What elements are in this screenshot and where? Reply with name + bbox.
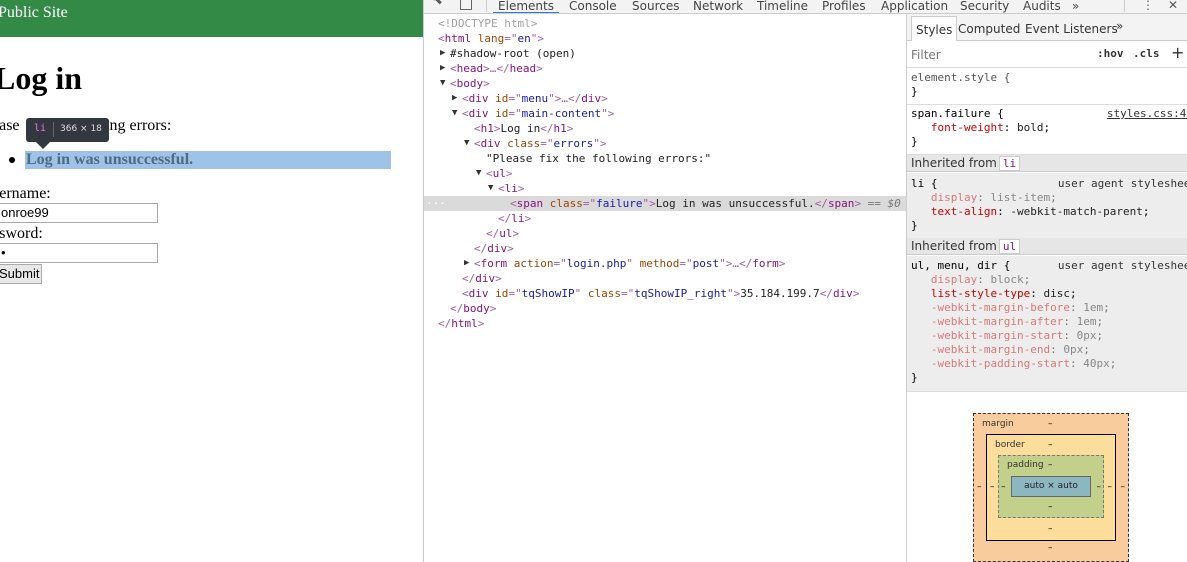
dom-node[interactable]: </ul> xyxy=(424,226,906,241)
li-rule: li {user agent stylesheet display: list-… xyxy=(907,173,1187,245)
ul-tag-link[interactable]: ul xyxy=(998,239,1021,254)
element-tooltip: li 366 × 18 xyxy=(26,118,109,149)
dom-node[interactable]: </div> xyxy=(424,271,906,286)
tab-console[interactable]: Console xyxy=(569,0,617,13)
failure-message: Log in was unsuccessful. xyxy=(26,151,194,168)
inspect-icon[interactable]: ⬉ xyxy=(432,0,443,8)
styles-filter: Filter :hov .cls + xyxy=(907,42,1187,68)
add-rule-icon[interactable]: + xyxy=(1171,43,1184,62)
dom-node[interactable]: <div id="tqShowIP" class="tqShowIP_right… xyxy=(424,286,906,301)
tab-elements[interactable]: Elements xyxy=(493,0,559,13)
more-tabs-icon[interactable]: » xyxy=(1072,0,1079,13)
dom-node[interactable]: </html> xyxy=(424,316,906,331)
box-model-border: border – – – – padding – – – – auto × auto xyxy=(986,434,1116,541)
css-property[interactable]: -webkit-margin-before: 1em; xyxy=(907,301,1187,315)
device-toolbar-icon[interactable] xyxy=(460,0,472,10)
tab-application[interactable]: Application xyxy=(881,0,948,13)
tab-styles[interactable]: Styles xyxy=(911,16,958,41)
css-property[interactable]: -webkit-margin-end: 0px; xyxy=(907,343,1187,357)
expand-right-icon[interactable]: ▶ xyxy=(440,61,445,76)
username-input[interactable]: onroe99 xyxy=(0,203,158,223)
site-title[interactable]: Public Site xyxy=(0,4,68,22)
css-property[interactable]: -webkit-padding-start: 40px; xyxy=(907,357,1187,371)
ul-rule: ul, menu, dir {user agent stylesheet dis… xyxy=(907,256,1187,392)
tab-sources[interactable]: Sources xyxy=(632,0,679,13)
tab-profiles[interactable]: Profiles xyxy=(822,0,866,13)
hov-button[interactable]: :hov xyxy=(1097,47,1124,60)
css-property[interactable]: display: block; xyxy=(907,273,1187,287)
list-bullet xyxy=(9,157,15,163)
devtools-tabbar: ⬉ Elements Console Sources Network Timel… xyxy=(424,0,1187,14)
dom-node[interactable]: </div> xyxy=(424,241,906,256)
expand-down-icon[interactable]: ▼ xyxy=(488,181,493,196)
dom-node[interactable]: </li> xyxy=(424,211,906,226)
dom-node[interactable]: ▼ <li> xyxy=(424,181,906,196)
site-header: Public Site xyxy=(0,0,423,37)
tab-network[interactable]: Network xyxy=(693,0,743,13)
dom-node[interactable]: ▼ <ul> xyxy=(424,166,906,181)
dom-node[interactable]: ▼ <body> xyxy=(424,76,906,91)
dom-node-selected[interactable]: ··· <span class="failure">Log in was unsu… xyxy=(424,196,906,211)
expand-down-icon[interactable]: ▼ xyxy=(440,76,445,91)
dom-node[interactable]: ▶ <head>…</head> xyxy=(424,61,906,76)
dom-node[interactable]: ▶ #shadow-root (open) xyxy=(424,46,906,61)
tab-timeline[interactable]: Timeline xyxy=(757,0,808,13)
dom-node[interactable]: </body> xyxy=(424,301,906,316)
password-label: ssword: xyxy=(0,225,43,242)
expand-right-icon[interactable]: ▶ xyxy=(464,256,469,271)
dom-node[interactable]: ▶ <form action="login.php" method="post">… xyxy=(424,256,906,271)
dom-node[interactable]: <h1>Log in</h1> xyxy=(424,121,906,136)
box-model-padding: padding – – – – auto × auto xyxy=(998,455,1104,518)
page-title: Log in xyxy=(0,60,83,96)
element-style-rule: element.style { } xyxy=(907,69,1187,105)
css-property[interactable]: list-style-type: disc; xyxy=(907,287,1187,301)
dom-node[interactable]: ▼ <div class="errors"> xyxy=(424,136,906,151)
box-model-content: auto × auto xyxy=(1011,476,1091,497)
inherited-from-ul: Inherited from ul xyxy=(907,238,1187,255)
dom-node[interactable]: <html lang="en"> xyxy=(424,31,906,46)
css-property[interactable]: -webkit-margin-start: 0px; xyxy=(907,329,1187,343)
expand-right-icon[interactable]: ▶ xyxy=(452,91,457,106)
password-input[interactable]: • xyxy=(0,243,158,263)
close-icon[interactable]: ✕ xyxy=(1168,0,1178,12)
span-failure-rule: span.failure {styles.css:41 font-weight:… xyxy=(907,105,1187,155)
box-model-margin: margin – – – – border – – – – padding – – –… xyxy=(973,413,1129,562)
dom-node[interactable]: ▶ <div id="menu">…</div> xyxy=(424,91,906,106)
css-property[interactable]: -webkit-margin-after: 1em; xyxy=(907,315,1187,329)
dom-node[interactable]: <!DOCTYPE html> xyxy=(424,16,906,31)
elements-tree: <!DOCTYPE html> <html lang="en"> ▶ #shadow-… xyxy=(424,14,906,562)
li-tag-link[interactable]: li xyxy=(998,156,1021,171)
tab-computed[interactable]: Computed xyxy=(958,22,1020,36)
tab-event-listeners[interactable]: Event Listeners xyxy=(1025,22,1118,36)
more-icon[interactable]: » xyxy=(1116,19,1123,33)
dom-node[interactable]: ▼ <div id="main-content"> xyxy=(424,106,906,121)
dom-node[interactable]: "Please fix the following errors:" xyxy=(424,151,906,166)
menu-kebab-icon[interactable]: ⋮ xyxy=(1142,0,1154,12)
submit-button[interactable]: Submit xyxy=(0,264,42,284)
tab-audits[interactable]: Audits xyxy=(1023,0,1061,13)
tab-security[interactable]: Security xyxy=(960,0,1009,13)
expand-down-icon[interactable]: ▼ xyxy=(476,166,481,181)
expand-down-icon[interactable]: ▼ xyxy=(452,106,457,121)
expand-right-icon[interactable]: ▶ xyxy=(440,46,445,61)
filter-input[interactable]: Filter xyxy=(911,48,941,62)
inherited-from-li: Inherited from li xyxy=(907,155,1187,172)
source-link[interactable]: styles.css:41 xyxy=(1107,107,1187,121)
rendered-page: Public Site Log in easewing errors: Log … xyxy=(0,0,423,562)
username-label: sername: xyxy=(0,185,51,202)
styles-tabbar: Styles Computed Event Listeners » xyxy=(907,14,1187,41)
expand-down-icon[interactable]: ▼ xyxy=(464,136,469,151)
cls-button[interactable]: .cls xyxy=(1133,47,1160,60)
